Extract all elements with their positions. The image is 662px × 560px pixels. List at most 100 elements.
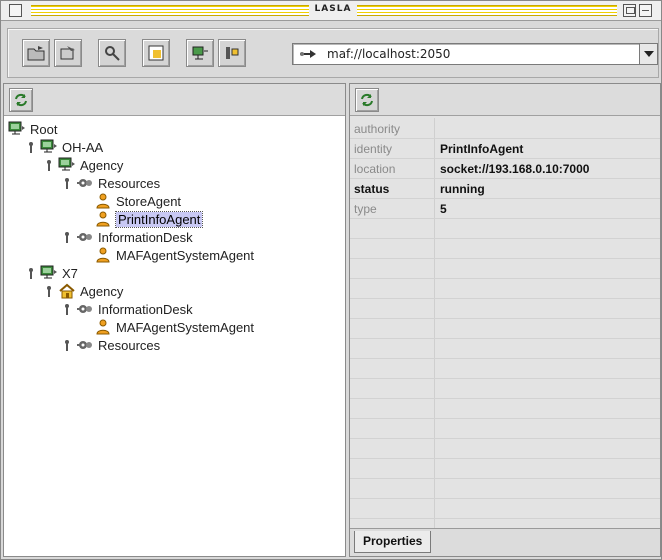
property-key: location — [354, 162, 396, 176]
tree-expander-icon[interactable] — [62, 230, 72, 244]
tree-node[interactable]: Agency — [44, 156, 123, 174]
refresh-tree-button[interactable] — [9, 88, 33, 112]
agent-icon — [94, 247, 112, 263]
grid-line — [350, 338, 660, 339]
property-value: running — [440, 182, 485, 196]
tree-node-label: X7 — [62, 265, 78, 281]
grid-line — [350, 318, 660, 319]
cog-icon — [76, 301, 94, 317]
tree-node-label: Agency — [80, 283, 124, 299]
tree-node[interactable]: Resources — [62, 336, 160, 354]
address-value[interactable]: maf://localhost:2050 — [327, 47, 450, 61]
property-value: socket://193.168.0.10:7000 — [440, 162, 590, 176]
tree-node[interactable]: InformationDesk — [62, 300, 193, 318]
tree-expander-icon[interactable] — [26, 140, 36, 154]
property-value: 5 — [440, 202, 447, 216]
grid-line — [350, 178, 660, 179]
tree-node-label: Resources — [98, 337, 161, 353]
property-key: status — [354, 182, 390, 196]
tab-properties[interactable]: Properties — [354, 531, 432, 553]
grid-line — [350, 218, 660, 219]
network-icon — [300, 50, 316, 58]
tree-node-label: MAFAgentSystemAgent — [116, 247, 255, 263]
property-key: identity — [354, 142, 393, 156]
zoom-box[interactable] — [623, 4, 636, 17]
tree-header — [4, 84, 345, 116]
tree-expander-icon[interactable] — [62, 302, 72, 316]
house-icon — [58, 283, 76, 299]
property-row[interactable]: identity PrintInfoAgent — [354, 140, 654, 158]
grid-line — [350, 138, 660, 139]
cog-icon — [76, 175, 94, 191]
cog-icon — [76, 337, 94, 353]
tree-node[interactable]: StoreAgent — [80, 192, 181, 210]
computer-icon — [40, 265, 58, 281]
refresh-icon — [15, 93, 27, 107]
property-row[interactable]: status running — [354, 180, 654, 198]
grid-line — [350, 478, 660, 479]
tree-node[interactable]: MAFAgentSystemAgent — [80, 246, 254, 264]
cog-icon — [76, 229, 94, 245]
agent-icon — [94, 193, 112, 209]
tree-node[interactable]: MAFAgentSystemAgent — [80, 318, 254, 336]
search-icon[interactable] — [98, 39, 126, 67]
title-stripes — [31, 5, 309, 16]
new-agent-icon[interactable] — [142, 39, 170, 67]
tree-node[interactable]: OH-AA — [26, 138, 103, 156]
grid-line — [350, 458, 660, 459]
tree-node[interactable]: Resources — [62, 174, 160, 192]
window-title: LASLA — [314, 4, 352, 14]
tree-node-label: OH-AA — [62, 139, 104, 155]
save-icon[interactable] — [54, 39, 82, 67]
tree-node-label: Root — [30, 121, 58, 137]
agent-tree: Root OH-AA Agency Resources StoreAgent PrintI… — [4, 118, 345, 556]
grid-line — [350, 378, 660, 379]
tree-node[interactable]: Root — [8, 120, 57, 138]
grid-line — [350, 518, 660, 519]
agent-icon — [94, 211, 112, 227]
tree-node-label: PrintInfoAgent — [114, 210, 204, 228]
grid-line — [350, 438, 660, 439]
title-stripes — [357, 5, 617, 16]
refresh-icon — [361, 93, 373, 107]
property-row[interactable]: location socket://193.168.0.10:7000 — [354, 160, 654, 178]
properties-table: authority identity PrintInfoAgent location s… — [350, 118, 660, 539]
tree-node-label: StoreAgent — [116, 193, 182, 209]
tree-node-label: Resources — [98, 175, 161, 191]
tree-expander-icon[interactable] — [44, 284, 54, 298]
grid-line — [350, 398, 660, 399]
property-key: type — [354, 202, 377, 216]
properties-tab-bar: Properties — [350, 528, 660, 556]
property-value: PrintInfoAgent — [440, 142, 524, 156]
tree-expander-icon[interactable] — [62, 338, 72, 352]
tree-expander-icon[interactable] — [62, 176, 72, 190]
refresh-properties-button[interactable] — [355, 88, 379, 112]
close-box[interactable] — [9, 4, 22, 17]
connect-icon[interactable] — [186, 39, 214, 67]
computer-icon — [40, 139, 58, 155]
property-row[interactable]: authority — [354, 120, 654, 138]
computer-icon — [58, 157, 76, 173]
grid-line — [350, 278, 660, 279]
tree-node[interactable]: PrintInfoAgent — [80, 210, 204, 228]
tree-expander-icon[interactable] — [44, 158, 54, 172]
agent-icon — [94, 319, 112, 335]
grid-line — [350, 158, 660, 159]
tree-node[interactable]: Agency — [44, 282, 123, 300]
title-bar[interactable]: LASLA — [1, 1, 661, 21]
address-field[interactable]: maf://localhost:2050 — [292, 43, 658, 65]
grid-line — [350, 498, 660, 499]
property-row[interactable]: type 5 — [354, 200, 654, 218]
computer-icon — [8, 121, 26, 137]
settings-icon[interactable] — [218, 39, 246, 67]
tree-node-label: MAFAgentSystemAgent — [116, 319, 255, 335]
tree-expander-icon[interactable] — [26, 266, 36, 280]
app-window: LASLA maf://localhost:2050 Root OH-AA Ag… — [0, 0, 662, 560]
tree-node[interactable]: X7 — [26, 264, 78, 282]
tree-node-label: InformationDesk — [98, 301, 193, 317]
grid-line — [350, 258, 660, 259]
tree-node[interactable]: InformationDesk — [62, 228, 193, 246]
open-icon[interactable] — [22, 39, 50, 67]
address-dropdown-button[interactable] — [639, 44, 657, 64]
collapse-box[interactable] — [639, 4, 652, 17]
